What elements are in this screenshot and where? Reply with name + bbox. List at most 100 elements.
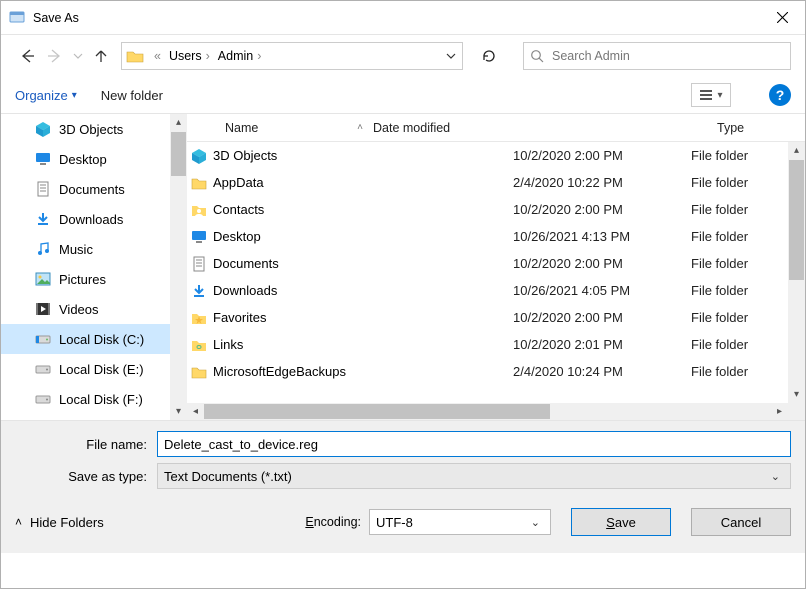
cancel-button[interactable]: Cancel bbox=[691, 508, 791, 536]
scroll-left-arrow[interactable]: ◂ bbox=[187, 403, 204, 420]
hide-folders-button[interactable]: ˄ Hide Folders bbox=[15, 515, 104, 530]
scroll-thumb[interactable] bbox=[171, 132, 186, 176]
scroll-up-arrow[interactable]: ▴ bbox=[788, 142, 805, 159]
close-button[interactable] bbox=[759, 1, 805, 34]
file-name: Favorites bbox=[213, 310, 513, 325]
crumb-root[interactable]: « bbox=[148, 43, 167, 69]
encoding-combo[interactable]: UTF-8 ⌄ bbox=[369, 509, 551, 535]
search-input[interactable]: Search Admin bbox=[523, 42, 791, 70]
crumb-users[interactable]: Users› bbox=[167, 43, 216, 69]
bottom-bar: ˄ Hide Folders Encoding: UTF-8 ⌄ Save Ca… bbox=[1, 491, 805, 553]
save-label: Save bbox=[606, 515, 636, 530]
toolbar: Organize ▾ New folder ▾ ? bbox=[1, 77, 805, 113]
crumb-label: Users bbox=[169, 49, 202, 63]
scroll-up-arrow[interactable]: ▴ bbox=[170, 114, 187, 131]
up-button[interactable] bbox=[89, 44, 113, 68]
cube-icon bbox=[35, 121, 51, 137]
file-row[interactable]: Downloads10/26/2021 4:05 PMFile folder bbox=[187, 277, 805, 304]
save-button[interactable]: Save bbox=[571, 508, 671, 536]
address-dropdown[interactable] bbox=[440, 51, 462, 61]
cube-icon bbox=[187, 148, 213, 164]
sidebar-item-downloads[interactable]: Downloads bbox=[1, 204, 187, 234]
view-options-button[interactable]: ▾ bbox=[691, 83, 731, 107]
sidebar-item-music[interactable]: Music bbox=[1, 234, 187, 264]
sidebar-item-desktop[interactable]: Desktop bbox=[1, 144, 187, 174]
file-row[interactable]: Documents10/2/2020 2:00 PMFile folder bbox=[187, 250, 805, 277]
chevron-down-icon: ⌄ bbox=[531, 516, 544, 529]
sidebar-item-label: 3D Objects bbox=[59, 122, 123, 137]
sidebar-item-label: Local Disk (F:) bbox=[59, 392, 143, 407]
file-date: 2/4/2020 10:22 PM bbox=[513, 175, 691, 190]
file-row[interactable]: Favorites10/2/2020 2:00 PMFile folder bbox=[187, 304, 805, 331]
saveastype-combo[interactable]: Text Documents (*.txt) ⌄ bbox=[157, 463, 791, 489]
recent-dropdown[interactable] bbox=[71, 44, 85, 68]
file-date: 10/26/2021 4:13 PM bbox=[513, 229, 691, 244]
search-placeholder: Search Admin bbox=[552, 49, 630, 63]
forward-button[interactable] bbox=[43, 44, 67, 68]
sidebar-item-pictures[interactable]: Pictures bbox=[1, 264, 187, 294]
organize-label: Organize bbox=[15, 88, 68, 103]
file-row[interactable]: MicrosoftEdgeBackups2/4/2020 10:24 PMFil… bbox=[187, 358, 805, 385]
file-date: 10/2/2020 2:01 PM bbox=[513, 337, 691, 352]
sidebar-scrollbar[interactable]: ▴ ▾ bbox=[170, 114, 187, 420]
cancel-label: Cancel bbox=[721, 515, 761, 530]
encoding-value: UTF-8 bbox=[376, 515, 413, 530]
file-type: File folder bbox=[691, 148, 748, 163]
back-button[interactable] bbox=[15, 44, 39, 68]
sidebar-item-label: Documents bbox=[59, 182, 125, 197]
scroll-down-arrow[interactable]: ▾ bbox=[170, 403, 187, 420]
desktop-icon bbox=[35, 151, 51, 167]
filename-label: File name: bbox=[15, 437, 151, 452]
pictures-icon bbox=[35, 271, 51, 287]
chevron-up-icon: ˄ bbox=[15, 515, 22, 529]
file-type: File folder bbox=[691, 175, 748, 190]
file-date: 10/2/2020 2:00 PM bbox=[513, 202, 691, 217]
refresh-button[interactable] bbox=[475, 42, 503, 70]
sidebar-item-documents[interactable]: Documents bbox=[1, 174, 187, 204]
favorites-icon bbox=[187, 310, 213, 326]
folder-icon bbox=[187, 364, 213, 380]
new-folder-button[interactable]: New folder bbox=[101, 88, 163, 103]
crumb-label: Admin bbox=[218, 49, 253, 63]
sidebar-item-local-disk-e-[interactable]: Local Disk (E:) bbox=[1, 354, 187, 384]
column-type[interactable]: Type bbox=[705, 114, 744, 141]
sidebar-item-local-disk-c-[interactable]: Local Disk (C:) bbox=[1, 324, 187, 354]
file-row[interactable]: AppData2/4/2020 10:22 PMFile folder bbox=[187, 169, 805, 196]
drive-c-icon bbox=[35, 331, 51, 347]
filename-input[interactable] bbox=[157, 431, 791, 457]
crumb-admin[interactable]: Admin› bbox=[216, 43, 268, 69]
main-vscrollbar[interactable]: ▴ ▾ bbox=[788, 142, 805, 403]
sidebar-item-label: Music bbox=[59, 242, 93, 257]
file-row[interactable]: Desktop10/26/2021 4:13 PMFile folder bbox=[187, 223, 805, 250]
scroll-thumb[interactable] bbox=[789, 160, 804, 280]
scroll-down-arrow[interactable]: ▾ bbox=[788, 386, 805, 403]
file-name: MicrosoftEdgeBackups bbox=[213, 364, 513, 379]
scroll-thumb[interactable] bbox=[204, 404, 550, 419]
file-row[interactable]: Links10/2/2020 2:01 PMFile folder bbox=[187, 331, 805, 358]
file-date: 2/4/2020 10:24 PM bbox=[513, 364, 691, 379]
saveastype-label: Save as type: bbox=[15, 469, 151, 484]
scroll-right-arrow[interactable]: ▸ bbox=[771, 403, 788, 420]
file-list: Name ˄ Date modified Type 3D Objects10/2… bbox=[187, 114, 805, 420]
help-button[interactable]: ? bbox=[769, 84, 791, 106]
sidebar-item-videos[interactable]: Videos bbox=[1, 294, 187, 324]
file-type: File folder bbox=[691, 256, 748, 271]
file-name: Contacts bbox=[213, 202, 513, 217]
file-row[interactable]: Contacts10/2/2020 2:00 PMFile folder bbox=[187, 196, 805, 223]
app-icon bbox=[9, 10, 25, 26]
column-name[interactable]: Name bbox=[213, 114, 347, 141]
sidebar-item-local-disk-f-[interactable]: Local Disk (F:) bbox=[1, 384, 187, 414]
videos-icon bbox=[35, 301, 51, 317]
drive-icon bbox=[35, 361, 51, 377]
file-type: File folder bbox=[691, 310, 748, 325]
main-hscrollbar[interactable]: ◂ ▸ bbox=[187, 403, 788, 420]
chevron-down-icon: ▾ bbox=[717, 90, 722, 101]
sidebar-item-label: Videos bbox=[59, 302, 99, 317]
file-row[interactable]: 3D Objects10/2/2020 2:00 PMFile folder bbox=[187, 142, 805, 169]
contacts-icon bbox=[187, 202, 213, 218]
address-bar[interactable]: « Users› Admin› bbox=[121, 42, 463, 70]
file-name: Desktop bbox=[213, 229, 513, 244]
sidebar-item-3d-objects[interactable]: 3D Objects bbox=[1, 114, 187, 144]
organize-menu[interactable]: Organize ▾ bbox=[15, 88, 77, 103]
column-date[interactable]: Date modified bbox=[373, 114, 527, 141]
